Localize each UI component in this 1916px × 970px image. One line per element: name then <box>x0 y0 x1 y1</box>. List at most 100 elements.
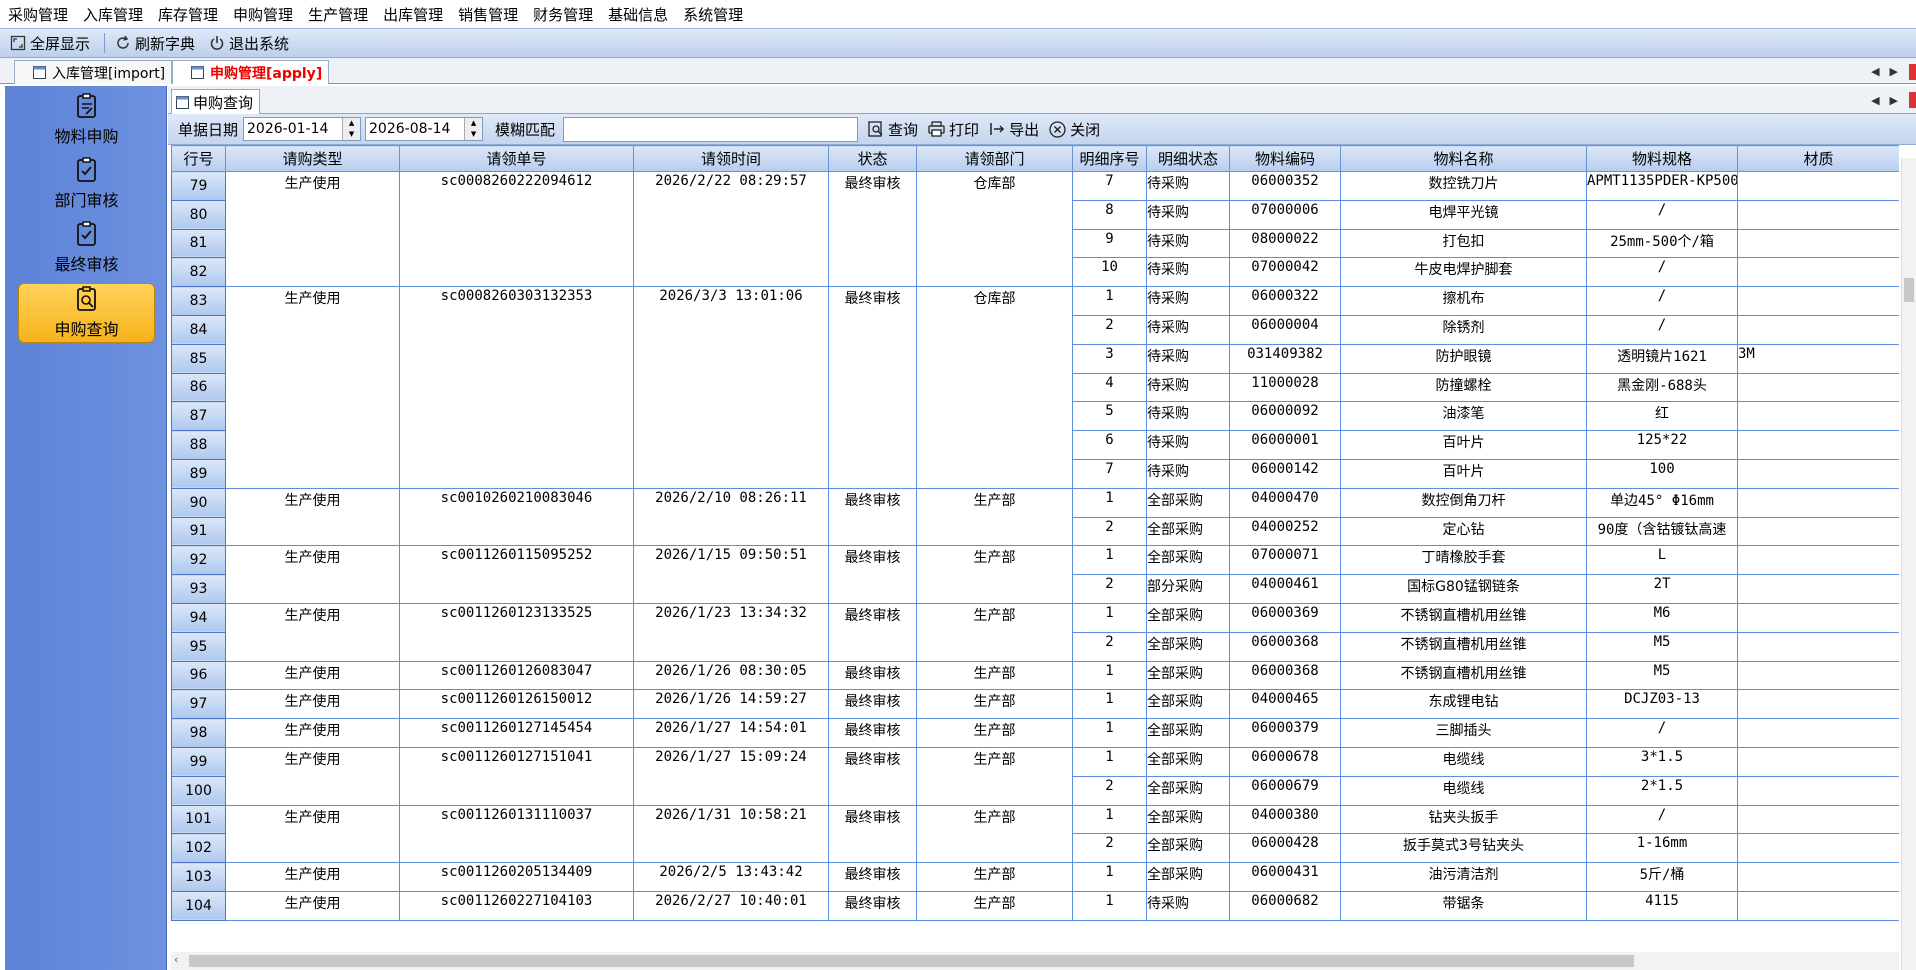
scroll-left-icon[interactable]: ‹ <box>174 953 178 966</box>
menu-item[interactable]: 申购管理 <box>233 4 293 25</box>
export-button[interactable]: 导出 <box>989 119 1039 140</box>
table-row[interactable]: 103 生产使用 sc0011260205134409 2026/2/5 13:43:… <box>171 862 1899 892</box>
material-code-cell: 06000368 <box>1229 661 1341 691</box>
date-to-picker[interactable]: 2026-08-14 ▲ ▼ <box>365 117 484 141</box>
detail-status-cell: 待采购 <box>1146 401 1230 432</box>
horizontal-scroll-thumb[interactable] <box>189 955 1634 967</box>
material-code-cell: 04000461 <box>1229 574 1341 604</box>
menu-item[interactable]: 基础信息 <box>608 4 668 25</box>
horizontal-scrollbar[interactable]: ‹ <box>171 952 1899 970</box>
table-row[interactable]: 99 生产使用 sc0011260127151041 2026/1/27 15:09:… <box>171 746 1899 806</box>
date-from-spinner[interactable]: ▲ ▼ <box>342 118 361 140</box>
detail-status-cell: 全部采购 <box>1146 718 1230 748</box>
fuzzy-search-input[interactable] <box>563 116 859 142</box>
vertical-scrollbar[interactable] <box>1901 158 1916 970</box>
table-row[interactable]: 92 生产使用 sc0011260115095252 2026/1/15 09:50:… <box>171 545 1899 604</box>
menu-item[interactable]: 库存管理 <box>158 4 218 25</box>
export-label: 导出 <box>1009 120 1040 139</box>
spin-up-icon[interactable]: ▲ <box>343 118 360 129</box>
date-from-picker[interactable]: 2026-01-14 ▲ ▼ <box>243 117 362 141</box>
table-row[interactable]: 98 生产使用 sc0011260127145454 2026/1/27 14:54:… <box>171 718 1899 748</box>
exit-system-button[interactable]: 退出系统 <box>209 33 289 54</box>
vertical-scroll-thumb[interactable] <box>1904 278 1914 302</box>
apply-type-cell: 生产使用 <box>225 689 400 720</box>
menu-item[interactable]: 采购管理 <box>8 4 68 25</box>
sidebar-item-apply-query[interactable]: 申购查询 <box>18 283 155 343</box>
row-number-cell: 99 <box>171 746 226 777</box>
table-row[interactable]: 101 生产使用 sc0011260131110037 2026/1/31 10:58… <box>171 804 1899 864</box>
table-row[interactable]: 79 生产使用 sc0008260222094612 2026/2/22 08:29:… <box>171 171 1899 288</box>
material-texture-cell <box>1737 315 1899 345</box>
table-row[interactable]: 83 生产使用 sc0008260303132353 2026/3/3 13:01:0… <box>171 286 1899 489</box>
menu-item[interactable]: 销售管理 <box>458 4 518 25</box>
date-to-spinner[interactable]: ▲ ▼ <box>464 118 483 140</box>
column-header[interactable]: 状态 <box>828 145 917 172</box>
sidebar-item-final-audit[interactable]: 最终审核 <box>18 218 155 278</box>
material-texture-cell: 3M <box>1737 344 1899 374</box>
detail-status-cell: 待采购 <box>1146 891 1230 921</box>
column-header[interactable]: 请领单号 <box>399 145 634 172</box>
table-row[interactable]: 94 生产使用 sc0011260123133525 2026/1/23 13:34:… <box>171 602 1899 662</box>
column-header[interactable]: 请领部门 <box>916 145 1073 172</box>
column-header[interactable]: 请领时间 <box>633 145 829 172</box>
query-button[interactable]: 查询 <box>868 119 918 140</box>
arrow-right-icon[interactable]: ▶ <box>1890 94 1898 107</box>
row-number-cell: 79 <box>171 171 226 201</box>
detail-status-cell: 待采购 <box>1146 200 1230 230</box>
apply-time-cell: 2026/2/5 13:43:42 <box>633 862 829 892</box>
apply-type-cell: 生产使用 <box>225 718 400 748</box>
arrow-left-icon[interactable]: ◀ <box>1871 94 1879 107</box>
fullscreen-icon <box>10 35 26 51</box>
search-doc-icon <box>868 121 883 137</box>
tab-scroll-arrows[interactable]: ◀ ▶ <box>1871 65 1898 78</box>
tab-apply-query-label: 申购查询 <box>193 93 254 112</box>
detail-seq-cell: 2 <box>1072 574 1147 604</box>
menu-item[interactable]: 入库管理 <box>83 4 143 25</box>
material-code-cell: 04000465 <box>1229 689 1341 720</box>
subtab-scroll-arrows[interactable]: ◀ ▶ <box>1871 94 1898 107</box>
table-row[interactable]: 96 生产使用 sc0011260126083047 2026/1/26 08:30:… <box>171 660 1899 691</box>
apply-number-cell: sc0011260115095252 <box>399 545 634 604</box>
menu-item[interactable]: 出库管理 <box>383 4 443 25</box>
table-row[interactable]: 97 生产使用 sc0011260126150012 2026/1/26 14:59:… <box>171 689 1899 720</box>
menu-item[interactable]: 系统管理 <box>683 4 743 25</box>
close-tab-icon[interactable] <box>1909 64 1916 80</box>
sidebar-item-dept-audit[interactable]: 部门审核 <box>18 154 155 214</box>
power-icon <box>210 36 224 50</box>
column-header[interactable]: 物料规格 <box>1586 145 1738 172</box>
print-button[interactable]: 打印 <box>928 119 979 140</box>
sidebar-item-material-apply[interactable]: 物料申购 <box>18 90 155 150</box>
spin-down-icon[interactable]: ▼ <box>343 129 360 140</box>
menu-item[interactable]: 生产管理 <box>308 4 368 25</box>
spin-down-icon[interactable]: ▼ <box>465 129 482 140</box>
column-header[interactable]: 请购类型 <box>225 145 400 172</box>
column-header[interactable]: 材质 <box>1737 145 1899 172</box>
column-header[interactable]: 物料编码 <box>1229 145 1341 172</box>
column-header[interactable]: 物料名称 <box>1340 145 1587 172</box>
detail-status-cell: 全部采购 <box>1146 632 1230 662</box>
material-texture-cell <box>1737 776 1899 806</box>
table-row[interactable]: 90 生产使用 sc0010260210083046 2026/2/10 08:26:… <box>171 487 1899 547</box>
tab-apply-query[interactable]: 申购查询 <box>171 89 261 114</box>
column-header[interactable]: 行号 <box>171 145 226 172</box>
material-texture-cell <box>1737 430 1899 460</box>
material-name-cell: 数控倒角刀杆 <box>1340 488 1587 518</box>
spin-up-icon[interactable]: ▲ <box>465 118 482 129</box>
column-header[interactable]: 明细序号 <box>1072 145 1147 172</box>
close-button[interactable]: 关闭 <box>1049 119 1100 140</box>
arrow-left-icon[interactable]: ◀ <box>1871 65 1879 78</box>
material-code-cell: 031409382 <box>1229 344 1341 374</box>
column-header[interactable]: 明细状态 <box>1146 145 1230 172</box>
table-row[interactable]: 104 生产使用 sc0011260227104103 2026/2/27 10:40… <box>171 890 1899 921</box>
apply-number-cell: sc0011260126083047 <box>399 661 634 691</box>
close-subtab-icon[interactable] <box>1909 92 1916 108</box>
refresh-dictionary-button[interactable]: 刷新字典 <box>115 33 195 54</box>
menu-item[interactable]: 财务管理 <box>533 4 593 25</box>
fullscreen-button[interactable]: 全屏显示 <box>10 33 90 54</box>
material-code-cell: 07000042 <box>1229 257 1341 288</box>
arrow-right-icon[interactable]: ▶ <box>1890 65 1898 78</box>
material-name-cell: 数控铣刀片 <box>1340 171 1587 201</box>
tab-apply[interactable]: 申购管理[apply] <box>172 60 330 84</box>
tab-import[interactable]: 入库管理[import] <box>14 60 173 84</box>
material-texture-cell <box>1737 747 1899 777</box>
